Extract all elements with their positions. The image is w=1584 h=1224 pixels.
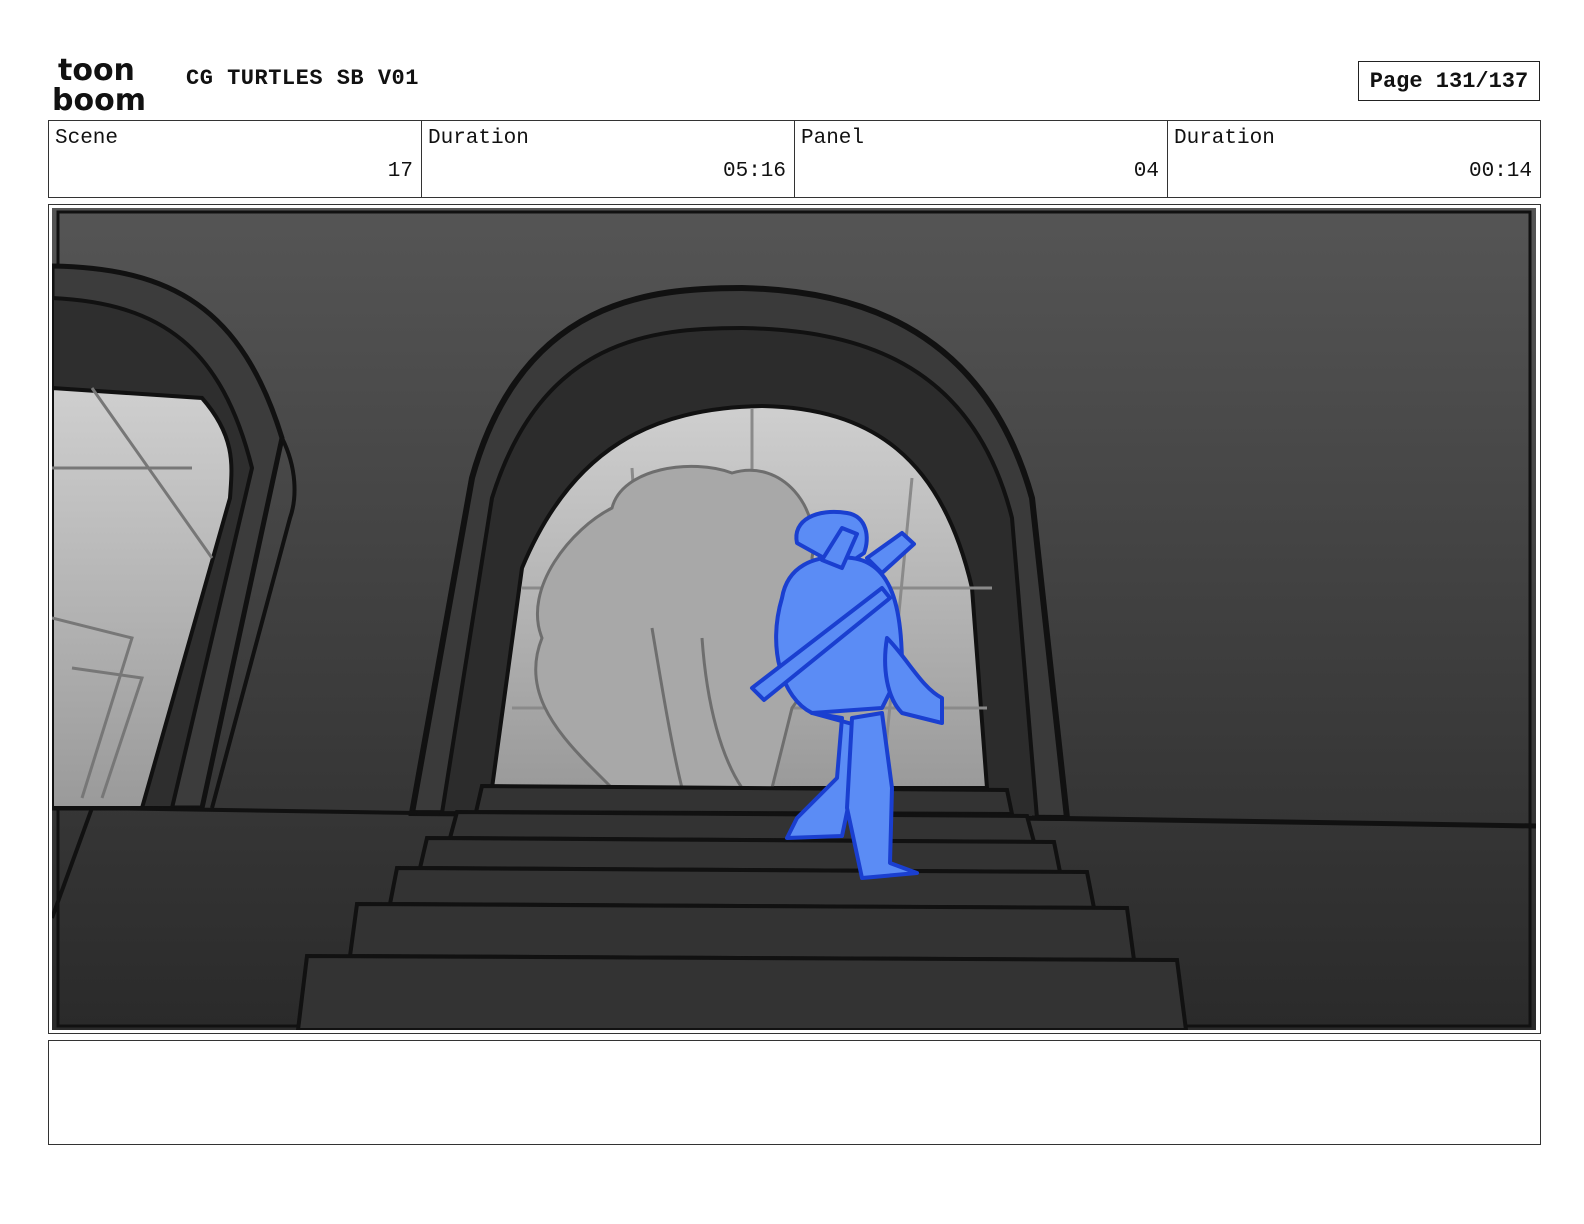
panel-duration-cell: Duration 00:14 (1168, 121, 1540, 197)
scene-duration-cell: Duration 05:16 (422, 121, 795, 197)
storyboard-panel (48, 204, 1541, 1034)
page-number: Page 131/137 (1358, 61, 1540, 101)
scene-duration-value: 05:16 (722, 160, 786, 183)
panel-drawing (52, 208, 1536, 1030)
panel-duration-value: 00:14 (1468, 160, 1532, 183)
panel-duration-label: Duration (1174, 127, 1275, 150)
panel-label: Panel (801, 127, 865, 150)
scene-label: Scene (55, 127, 119, 150)
scene-cell: Scene 17 (49, 121, 422, 197)
logo-text-bottom: boom (52, 83, 146, 112)
project-title: CG TURTLES SB V01 (186, 66, 419, 91)
panel-value: 04 (1133, 160, 1159, 183)
scene-value: 17 (387, 160, 413, 183)
panel-notes (48, 1040, 1541, 1145)
panel-cell: Panel 04 (795, 121, 1168, 197)
scene-info-table: Scene 17 Duration 05:16 Panel 04 Duratio… (48, 120, 1541, 198)
toonboom-logo: toon boom (52, 53, 146, 112)
scene-duration-label: Duration (428, 127, 529, 150)
